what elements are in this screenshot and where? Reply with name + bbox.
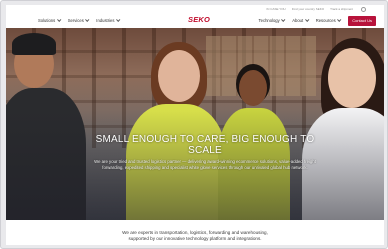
hero-description: We are your tried and trusted logistics …	[94, 159, 316, 171]
chevron-down-icon	[281, 17, 286, 22]
utility-link-3[interactable]: Track a shipment	[330, 7, 353, 11]
contact-us-button[interactable]: Contact Us	[348, 15, 376, 26]
logo-text: SEKO	[188, 15, 211, 24]
nav-label: Solutions	[38, 18, 56, 23]
nav-item-about[interactable]: About	[292, 17, 310, 23]
nav-item-technology[interactable]: Technology	[258, 17, 286, 23]
nav-item-industries[interactable]: Industries	[96, 17, 121, 23]
nav-label: Services	[67, 18, 84, 23]
nav-right-group: Technology About Resources Contact Us	[258, 15, 376, 26]
nav-label: Resources	[315, 18, 336, 23]
nav-item-solutions[interactable]: Solutions	[38, 17, 62, 23]
chevron-down-icon	[304, 17, 310, 22]
utility-link-2[interactable]: Find your country SEKO	[292, 7, 324, 11]
web-page: IN CASE YOU Find your country SEKO Track…	[6, 5, 384, 245]
chevron-down-icon	[116, 17, 121, 22]
nav-label: Industries	[96, 18, 115, 23]
nav-label: Technology	[258, 18, 280, 23]
utility-bar: IN CASE YOU Find your country SEKO Track…	[6, 5, 384, 13]
chevron-down-icon	[85, 17, 90, 22]
nav-item-services[interactable]: Services	[67, 17, 90, 23]
chevron-down-icon	[337, 17, 342, 22]
utility-link-1[interactable]: IN CASE YOU	[266, 7, 285, 11]
hero-text-block: SMALL ENOUGH TO CARE, BIG ENOUGH TO SCAL…	[90, 134, 320, 171]
intro-section: We are experts in transportation, logist…	[6, 220, 384, 245]
nav-left-group: Solutions Services Industries	[14, 17, 154, 23]
intro-line-2: supported by our innovative technology p…	[128, 236, 262, 242]
chevron-down-icon	[56, 17, 62, 22]
hero-title: SMALL ENOUGH TO CARE, BIG ENOUGH TO SCAL…	[95, 134, 315, 156]
nav-label: About	[292, 18, 304, 23]
seko-logo[interactable]: SEKO	[188, 15, 210, 24]
search-icon[interactable]	[361, 6, 366, 12]
hero-banner: SMALL ENOUGH TO CARE, BIG ENOUGH TO SCAL…	[6, 28, 384, 220]
nav-item-resources[interactable]: Resources	[315, 17, 342, 23]
browser-frame: IN CASE YOU Find your country SEKO Track…	[0, 0, 388, 249]
